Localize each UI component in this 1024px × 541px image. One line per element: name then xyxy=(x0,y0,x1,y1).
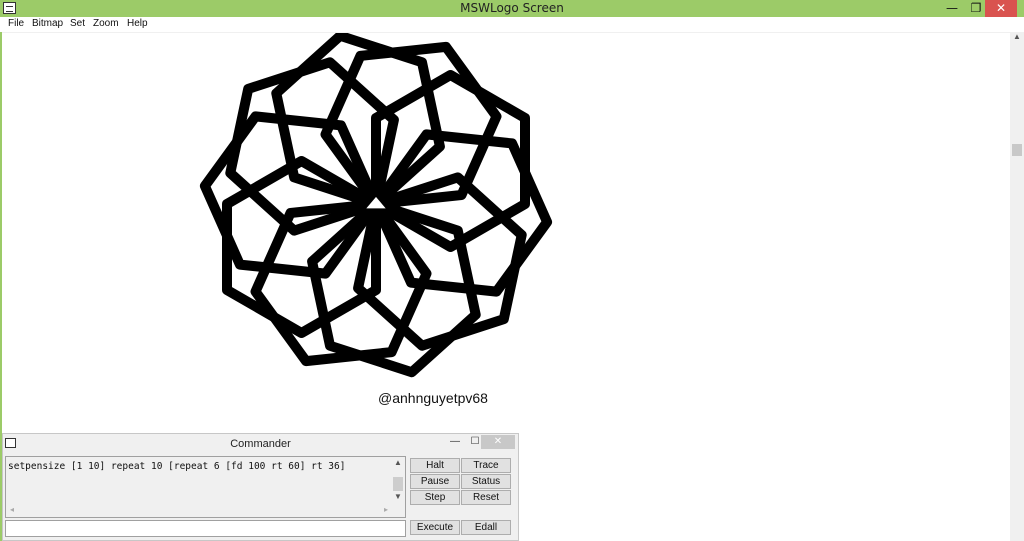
command-history[interactable]: setpensize [1 10] repeat 10 [repeat 6 [f… xyxy=(5,456,406,518)
menu-file[interactable]: File xyxy=(8,18,24,29)
commander-minimize-button[interactable]: — xyxy=(445,435,465,449)
window-title: MSWLogo Screen xyxy=(460,1,564,15)
menu-zoom[interactable]: Zoom xyxy=(93,18,119,29)
scroll-up-icon[interactable]: ▲ xyxy=(1010,32,1024,44)
status-button[interactable]: Status xyxy=(461,474,511,489)
history-horizontal-scrollbar[interactable]: ◂ ▸ xyxy=(6,505,392,517)
scroll-down-arrow-icon[interactable]: ▼ xyxy=(394,492,402,501)
close-button[interactable]: ✕ xyxy=(985,0,1017,17)
menu-set[interactable]: Set xyxy=(70,18,85,29)
vertical-scrollbar[interactable]: ▲ xyxy=(1010,32,1024,541)
pause-button[interactable]: Pause xyxy=(410,474,460,489)
command-input[interactable] xyxy=(5,520,406,537)
execute-button[interactable]: Execute xyxy=(410,520,460,535)
scroll-right-arrow-icon[interactable]: ▸ xyxy=(384,505,388,514)
title-bar: MSWLogo Screen — ❐ ✕ xyxy=(0,0,1024,17)
reset-button[interactable]: Reset xyxy=(461,490,511,505)
drawing-canvas[interactable]: @anhnguyetpv68 xyxy=(2,30,1010,433)
history-vertical-scrollbar[interactable]: ▲ ▼ xyxy=(391,457,405,517)
turtle-drawing xyxy=(199,30,553,378)
hexagon-path xyxy=(250,199,432,367)
history-scroll-thumb[interactable] xyxy=(393,477,403,491)
commander-close-button[interactable]: ✕ xyxy=(481,435,515,449)
menu-bar: File Bitmap Set Zoom Help xyxy=(0,17,1024,33)
signature-text: @anhnguyetpv68 xyxy=(378,390,488,406)
scroll-thumb[interactable] xyxy=(1012,144,1022,156)
scroll-left-arrow-icon[interactable]: ◂ xyxy=(10,505,14,514)
hexagon-path xyxy=(320,41,502,209)
step-button[interactable]: Step xyxy=(410,490,460,505)
history-line: setpensize [1 10] repeat 10 [repeat 6 [f… xyxy=(8,461,346,472)
commander-title: Commander xyxy=(230,438,291,450)
edall-button[interactable]: Edall xyxy=(461,520,511,535)
scroll-up-arrow-icon[interactable]: ▲ xyxy=(394,458,402,467)
commander-window: Commander — ☐ ✕ setpensize [1 10] repeat… xyxy=(2,433,519,541)
trace-button[interactable]: Trace xyxy=(461,458,511,473)
menu-bitmap[interactable]: Bitmap xyxy=(32,18,63,29)
menu-help[interactable]: Help xyxy=(127,18,148,29)
commander-title-bar: Commander — ☐ ✕ xyxy=(3,434,518,454)
halt-button[interactable]: Halt xyxy=(410,458,460,473)
